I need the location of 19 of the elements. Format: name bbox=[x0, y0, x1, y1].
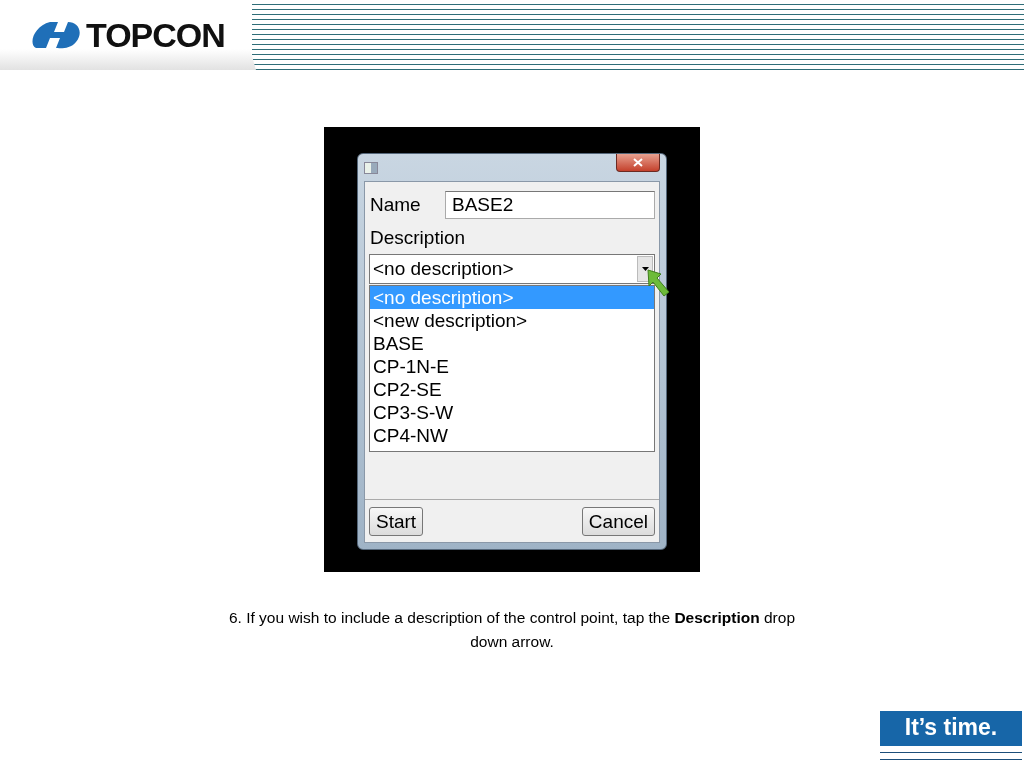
description-label: Description bbox=[369, 227, 467, 249]
logo-text: TOPCON bbox=[86, 15, 225, 55]
close-button[interactable] bbox=[616, 154, 660, 172]
dropdown-option[interactable]: <new description> bbox=[370, 309, 654, 332]
description-dropdown[interactable]: <no description> bbox=[369, 254, 655, 284]
caption: 6. If you wish to include a description of the control point, tap the Description drop down arrow. bbox=[227, 608, 797, 652]
close-icon[interactable] bbox=[633, 158, 643, 167]
dropdown-option[interactable]: CP2-SE bbox=[370, 378, 654, 401]
name-field[interactable]: BASE2 bbox=[445, 191, 655, 219]
dropdown-option[interactable]: BASE bbox=[370, 332, 654, 355]
arrow-icon bbox=[645, 268, 671, 298]
name-label: Name bbox=[369, 194, 421, 216]
dropdown-option[interactable]: CP4-NW bbox=[370, 424, 654, 447]
start-button[interactable]: Start bbox=[369, 507, 424, 536]
tagline: It’s time. bbox=[880, 711, 1022, 746]
cancel-button[interactable]: Cancel bbox=[581, 507, 655, 536]
dropdown-option[interactable]: CP-1N-E bbox=[370, 355, 654, 378]
dropdown-option[interactable]: CP3-S-W bbox=[370, 401, 654, 424]
window-icon bbox=[364, 162, 378, 174]
